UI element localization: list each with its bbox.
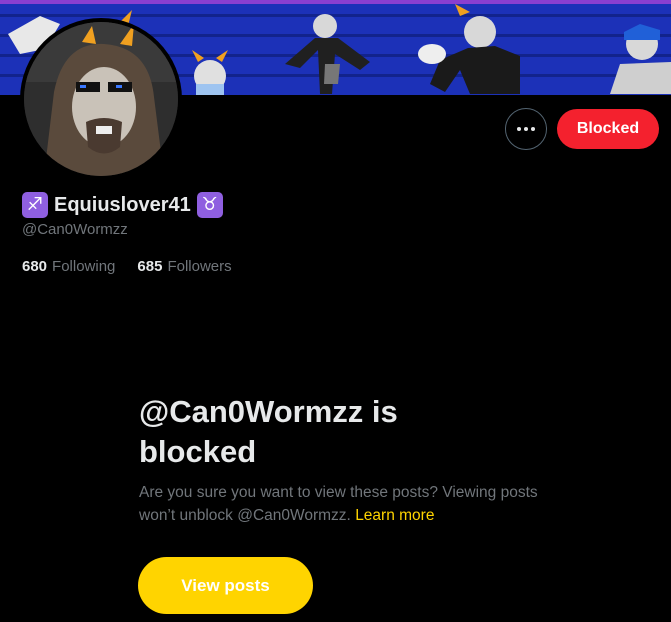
more-options-button[interactable] [505, 108, 547, 150]
following-count: 680 [22, 258, 48, 275]
view-posts-button[interactable]: View posts [138, 557, 313, 614]
blocked-notice-body: Are you sure you want to view these post… [139, 481, 539, 527]
follow-stats: 680 Following 685 Followers [22, 258, 232, 275]
followers-count: 685 [137, 258, 163, 275]
display-name: Equiuslover41 [54, 193, 191, 216]
following-label: Following [52, 258, 116, 275]
taurus-emoji: ♉ [196, 192, 223, 218]
following-link[interactable]: 680 Following [22, 258, 115, 275]
avatar-image [24, 22, 178, 176]
blocked-notice-text: Are you sure you want to view these post… [139, 484, 538, 524]
display-name-row: ♐ Equiuslover41 ♉ [22, 192, 223, 218]
followers-label: Followers [167, 258, 232, 275]
more-horizontal-icon [517, 127, 521, 131]
learn-more-link[interactable]: Learn more [355, 507, 434, 524]
sagittarius-emoji: ♐ [22, 192, 48, 218]
user-handle: @Can0Wormzz [22, 221, 128, 238]
blocked-notice-title: @Can0Wormzz is blocked [139, 394, 398, 469]
followers-link[interactable]: 685 Followers [137, 258, 231, 275]
profile-avatar[interactable] [20, 18, 182, 180]
blocked-button[interactable]: Blocked [557, 109, 659, 149]
